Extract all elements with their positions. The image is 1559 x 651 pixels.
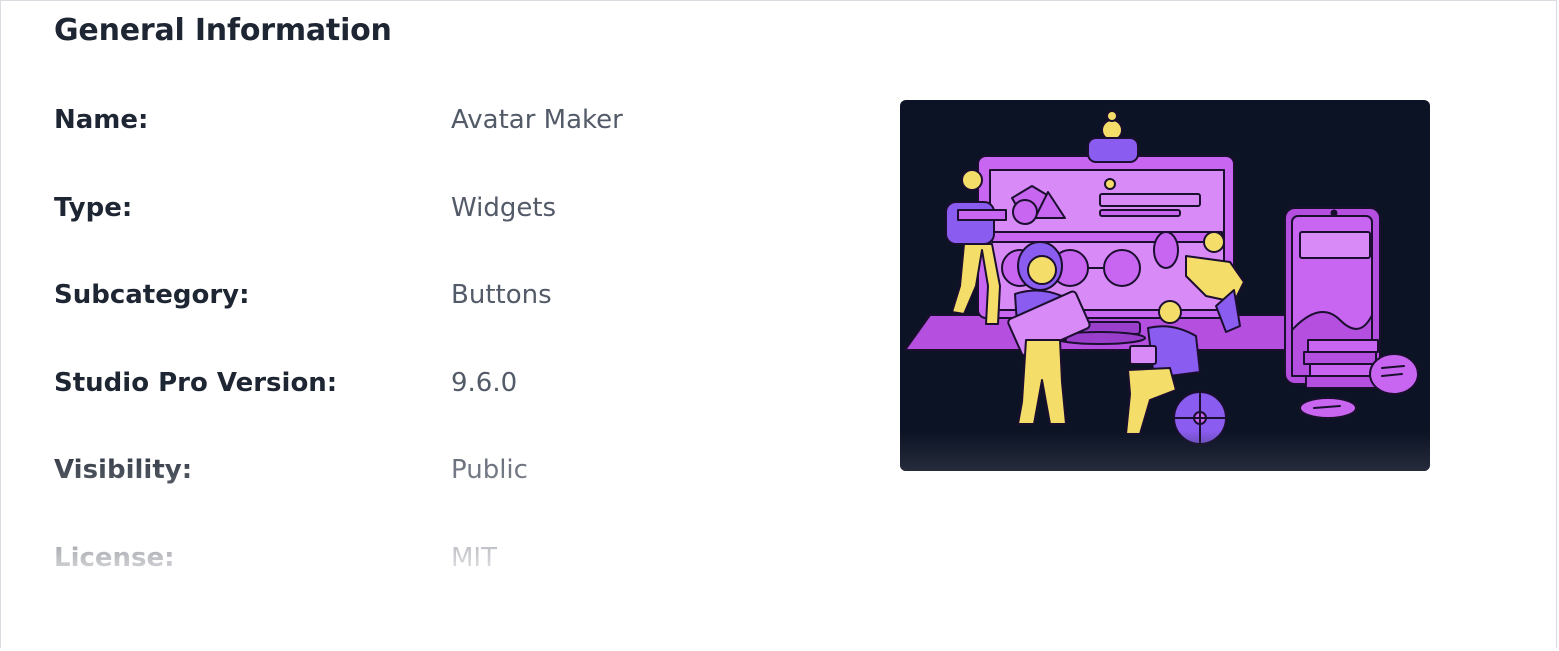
type-label: Type: [54,193,133,223]
section-title: General Information [54,13,392,48]
info-row-studio-pro-version: Studio Pro Version: 9.6.0 [1,368,881,408]
subcategory-value: Buttons [451,280,552,310]
info-row-name: Name: Avatar Maker [1,105,881,145]
info-row-subcategory: Subcategory: Buttons [1,280,881,320]
studio-pro-version-value: 9.6.0 [451,368,518,398]
general-information-panel: General Information Name: Avatar Maker T… [0,0,1557,651]
license-label: License: [54,543,175,573]
name-value: Avatar Maker [451,105,623,135]
team-building-interface-illustration [904,110,1419,445]
visibility-value: Public [451,455,528,485]
illustration-bottom-gradient [900,431,1430,471]
type-value: Widgets [451,193,557,223]
widget-illustration [900,100,1430,471]
subcategory-label: Subcategory: [54,280,250,310]
name-label: Name: [54,105,149,135]
license-value: MIT [451,543,497,573]
studio-pro-version-label: Studio Pro Version: [54,368,338,398]
info-row-license: License: MIT [1,543,881,583]
visibility-label: Visibility: [54,455,193,485]
info-row-visibility: Visibility: Public [1,455,881,495]
info-row-type: Type: Widgets [1,193,881,233]
